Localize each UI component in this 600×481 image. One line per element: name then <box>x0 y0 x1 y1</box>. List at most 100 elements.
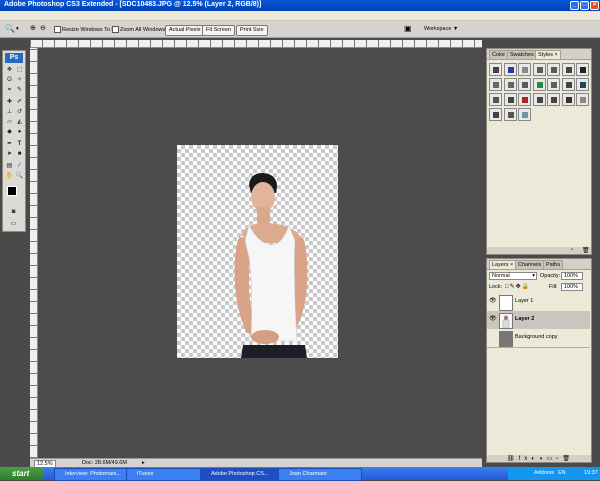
language-indicator[interactable]: EN <box>558 467 566 480</box>
style-swatch[interactable] <box>489 108 502 121</box>
task-photoshop[interactable]: Adobe Photoshop CS... <box>200 468 284 481</box>
zoom-tool-icon[interactable]: 🔍 <box>5 24 15 33</box>
style-swatch[interactable] <box>489 78 502 91</box>
eyedropper-tool-icon[interactable]: ✎ <box>15 86 24 94</box>
tab-layers[interactable]: Layers × <box>489 260 517 269</box>
style-swatch[interactable] <box>547 63 560 76</box>
close-button[interactable]: × <box>590 1 599 10</box>
menu-bar <box>0 11 600 21</box>
foreground-color-swatch[interactable] <box>7 186 17 196</box>
file-browser-icon[interactable]: ▣ <box>404 24 412 33</box>
brush-tool-icon[interactable]: ✐ <box>15 98 24 106</box>
style-swatch[interactable] <box>547 78 560 91</box>
address-label[interactable]: Address <box>534 467 554 480</box>
paint-bucket-tool-icon[interactable]: ◭ <box>15 118 24 126</box>
opacity-input[interactable]: 100% <box>561 272 583 280</box>
style-swatch[interactable] <box>489 63 502 76</box>
start-button[interactable]: start <box>0 467 44 480</box>
trash-icon[interactable]: 🗑 <box>582 247 590 254</box>
shape-tool-icon[interactable]: ■ <box>15 150 24 158</box>
task-interview[interactable]: Interview: Photomani... <box>54 468 134 481</box>
task-joan-charmant[interactable]: Joan Charmant <box>278 468 362 481</box>
lock-icons[interactable]: □✎✥🔒 <box>505 283 530 290</box>
maximize-button[interactable]: □ <box>580 1 589 10</box>
layer-row-2[interactable]: 👁 Layer 2 <box>487 311 590 330</box>
eye-icon-hidden[interactable] <box>489 334 496 341</box>
layer-row-1[interactable]: 👁 Layer 1 <box>487 293 590 312</box>
notes-tool-icon[interactable]: ▤ <box>5 162 14 170</box>
style-swatch[interactable] <box>518 63 531 76</box>
style-swatch[interactable] <box>518 108 531 121</box>
style-swatch[interactable] <box>518 93 531 106</box>
dodge-tool-icon[interactable]: ● <box>15 128 24 136</box>
style-swatch[interactable] <box>503 108 517 121</box>
zoom-out-icon[interactable]: ⊖ <box>40 24 46 32</box>
lock-label: Lock: <box>489 284 503 290</box>
eye-icon[interactable]: 👁 <box>489 298 497 305</box>
blur-tool-icon[interactable]: ◆ <box>5 128 14 136</box>
layer-actions-icons[interactable]: ⛓fx◐◑▭▫🗑 <box>507 455 574 462</box>
tab-swatches[interactable]: Swatches <box>507 50 537 59</box>
style-swatch[interactable] <box>489 93 502 106</box>
style-swatch[interactable] <box>532 63 546 76</box>
marquee-tool-icon[interactable]: ⬚ <box>15 66 24 74</box>
style-swatch[interactable] <box>561 63 575 76</box>
document-size: Doc: 28.6M/49.6M <box>82 460 127 466</box>
style-swatch[interactable] <box>503 78 517 91</box>
clone-stamp-tool-icon[interactable]: ⊥ <box>5 108 14 116</box>
style-swatch[interactable] <box>503 63 517 76</box>
style-swatch[interactable] <box>503 93 517 106</box>
fill-input[interactable]: 100% <box>561 283 583 291</box>
style-swatch[interactable] <box>518 78 531 91</box>
actual-pixels-button[interactable]: Actual Pixels <box>165 25 205 36</box>
zoom-tool-sidebar-icon[interactable]: 🔍 <box>15 172 24 180</box>
history-brush-tool-icon[interactable]: ↺ <box>15 108 24 116</box>
tab-channels[interactable]: Channels <box>515 260 545 269</box>
style-swatch[interactable] <box>532 93 546 106</box>
title-bar: Adobe Photoshop CS3 Extended - [SDC10483… <box>0 0 600 11</box>
workspace-menu[interactable]: Workspace ▼ <box>424 26 458 32</box>
print-size-button[interactable]: Print Size <box>236 25 268 36</box>
minimize-button[interactable]: _ <box>570 1 579 10</box>
blend-mode-select[interactable]: Normal ▾ <box>489 272 537 280</box>
layers-body: Normal ▾ Opacity: 100% Lock: □✎✥🔒 Fill: 1… <box>487 269 591 455</box>
status-arrow-icon[interactable]: ▸ <box>142 459 145 467</box>
fill-label: Fill: <box>549 284 558 290</box>
zoom-in-icon[interactable]: ⊕ <box>30 24 36 32</box>
path-selection-tool-icon[interactable]: ➤ <box>5 150 14 158</box>
lasso-tool-icon[interactable]: ʘ <box>5 76 14 84</box>
style-swatch[interactable] <box>532 78 546 91</box>
fit-screen-button[interactable]: Fit Screen <box>202 25 236 36</box>
layer-row-3[interactable]: Background copy <box>487 329 590 348</box>
style-swatch[interactable] <box>561 93 575 106</box>
pen-tool-icon[interactable]: ✒ <box>5 140 14 148</box>
move-tool-icon[interactable]: ✥ <box>5 66 14 74</box>
tab-color[interactable]: Color <box>489 50 509 59</box>
document-canvas[interactable] <box>177 145 338 358</box>
magic-wand-tool-icon[interactable]: ✧ <box>15 76 24 84</box>
layer-name: Layer 2 <box>515 316 535 322</box>
eye-icon[interactable]: 👁 <box>489 316 497 323</box>
quick-mask-icon[interactable]: ◙ <box>9 208 18 216</box>
new-style-icon[interactable]: ▫ <box>571 247 573 253</box>
eyedropper-sample-tool-icon[interactable]: ⁄ <box>15 162 24 170</box>
style-swatch[interactable] <box>576 78 589 91</box>
zoom-all-windows-checkbox[interactable]: Zoom All Windows <box>112 26 165 33</box>
chevron-down-icon[interactable]: ▾ <box>16 26 19 32</box>
eraser-tool-icon[interactable]: ▱ <box>5 118 14 126</box>
task-itunes[interactable]: iTunes <box>126 468 206 481</box>
type-tool-icon[interactable]: T <box>15 140 24 148</box>
style-swatch[interactable] <box>561 78 575 91</box>
hand-tool-icon[interactable]: ✋ <box>5 172 14 180</box>
style-swatch[interactable] <box>547 93 560 106</box>
style-swatch[interactable] <box>576 93 589 106</box>
tab-paths[interactable]: Paths <box>543 260 564 269</box>
resize-windows-checkbox[interactable]: Resize Windows To Fit <box>54 26 118 33</box>
healing-brush-tool-icon[interactable]: ✚ <box>5 98 14 106</box>
tab-styles[interactable]: Styles × <box>535 50 561 59</box>
style-swatch[interactable] <box>576 63 589 76</box>
zoom-all-windows-label: Zoom All Windows <box>120 26 166 33</box>
screen-mode-icon[interactable]: ▭ <box>9 220 18 228</box>
clock: 19:37 <box>584 470 598 476</box>
crop-tool-icon[interactable]: ⌗ <box>5 86 14 94</box>
